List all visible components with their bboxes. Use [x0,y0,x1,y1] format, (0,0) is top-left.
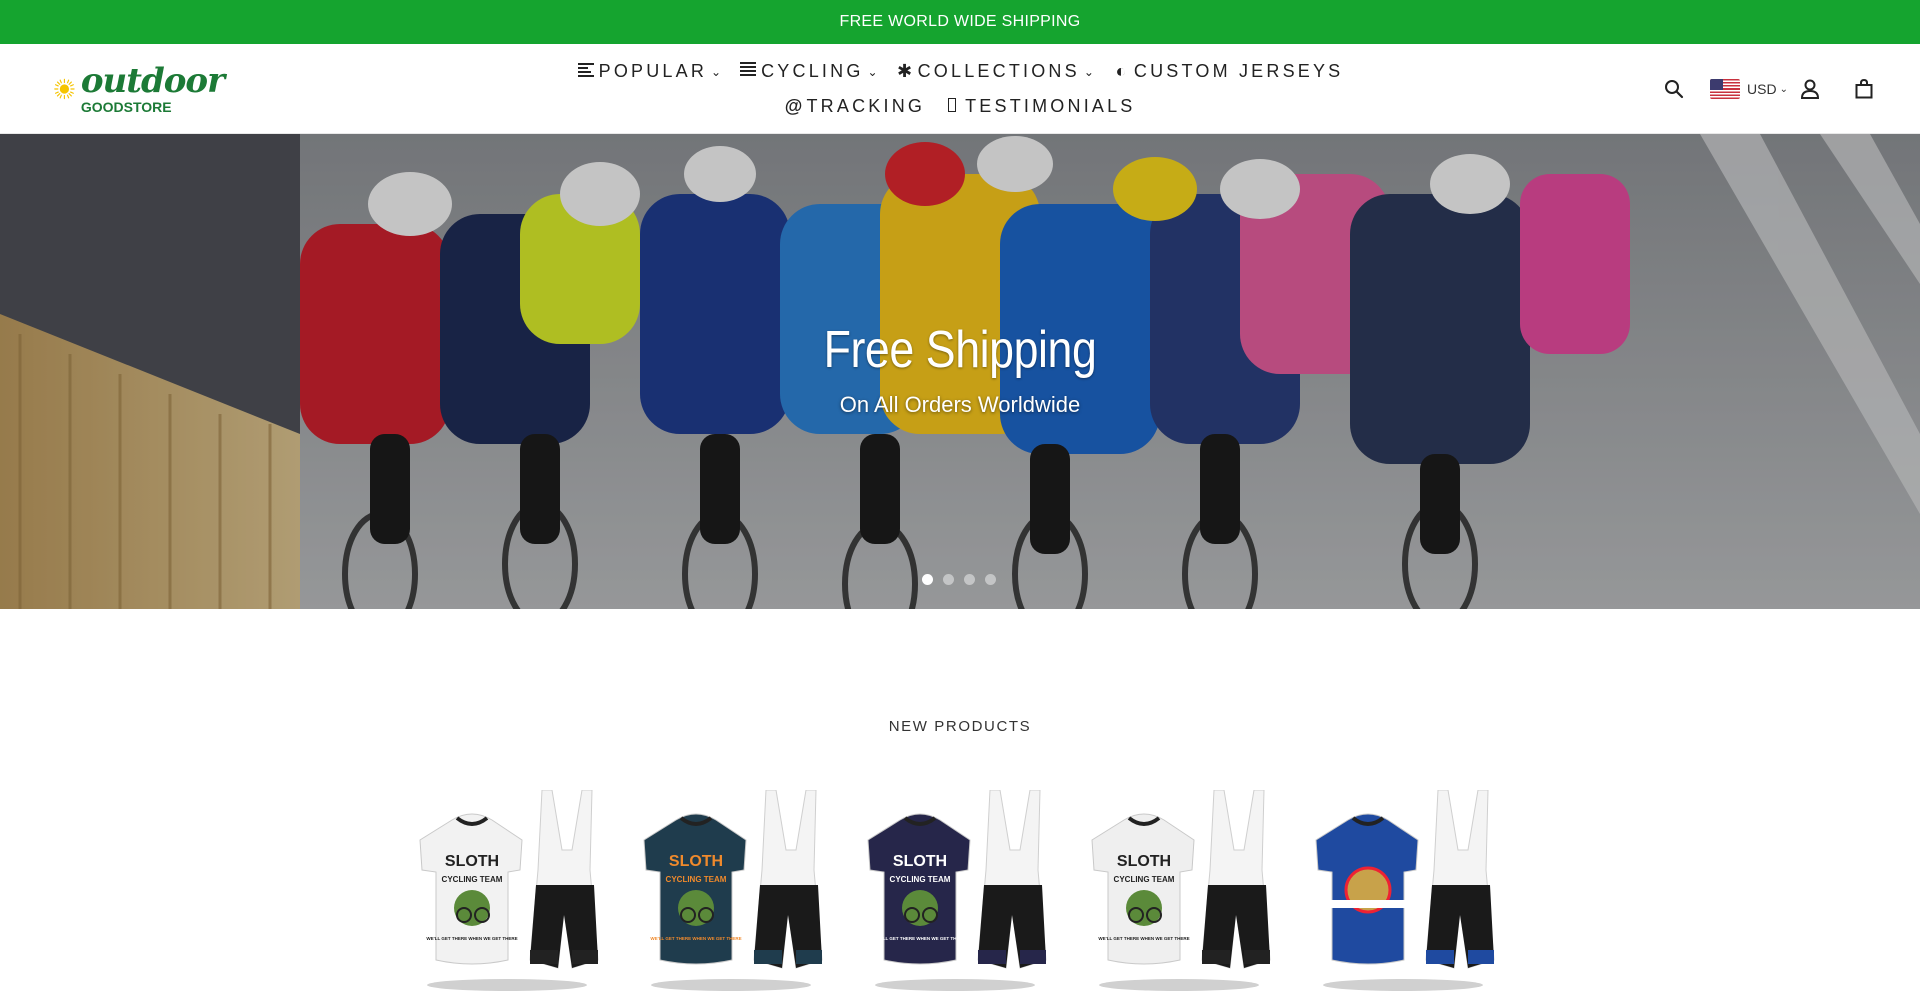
hero-subtitle: On All Orders Worldwide [839,392,1081,417]
sun-logo-icon [54,78,75,100]
asterisk-icon: ✱ [897,61,913,81]
slider-dot[interactable] [943,574,954,585]
half-circle-icon: ◐ [1115,61,1127,81]
product-image: SLOTH CYCLING TEAM WE'LL GET THERE WHEN WE… [867,790,1047,991]
nav-label-collections: COLLECTIONS [917,61,1080,81]
nav-label-cycling: CYCLING [761,61,864,81]
product-grid: SLOTH CYCLING TEAM WE'LL GET THERE WHEN WE… [412,790,1512,993]
product-card[interactable]: SLOTH CYCLING TEAM WE'LL GET THERE WHEN WE… [1084,790,1274,993]
product-print-title: SLOTH [669,853,723,870]
nav-item-custom-jerseys[interactable]: ◐ CUSTOM JERSEYS [1112,61,1344,82]
product-print-subtitle: CYCLING TEAM [442,875,503,884]
product-print-subtitle: CYCLING TEAM [890,875,951,884]
product-card[interactable]: SLOTH CYCLING TEAM WE'LL GET THERE WHEN WE… [636,790,826,993]
us-flag-icon [1710,79,1741,99]
nav-label-testimonials: TESTIMONIALS [965,96,1136,116]
nav-item-cycling[interactable]: CYCLING ⌄ [739,61,878,82]
missing-glyph-icon [943,96,961,117]
brand-name-bottom: GOODSTORE [80,99,172,115]
product-image: SLOTH CYCLING TEAM WE'LL GET THERE WHEN WE… [643,790,823,991]
currency-label: USD [1747,81,1777,97]
brand-name-top: outdoor [80,61,225,101]
product-print-title: SLOTH [1117,853,1171,870]
header-actions: USD ⌄ [1658,74,1880,104]
account-icon[interactable] [1794,73,1826,105]
nav-item-tracking[interactable]: @ TRACKING [784,96,925,117]
hero-title: Free Shipping [823,321,1097,379]
product-print-title: SLOTH [445,853,499,870]
product-print-subtitle: CYCLING TEAM [666,875,727,884]
slider-dots [922,574,996,585]
text-align-left-icon [577,61,595,82]
currency-selector[interactable]: USD ⌄ [1710,79,1788,99]
slider-dot[interactable] [922,574,933,585]
product-print-subtitle: CYCLING TEAM [1114,875,1175,884]
main-navigation: POPULAR ⌄ CYCLING ⌄ ✱ COLLECTIONS ⌄ ◐ CU… [540,54,1380,124]
search-icon[interactable] [1658,73,1690,105]
brand-logo[interactable]: outdoor GOODSTORE [54,59,225,119]
chevron-down-icon: ⌄ [1779,83,1788,95]
chevron-down-icon: ⌄ [867,64,878,79]
product-print-slogan: WE'LL GET THERE WHEN WE GET THERE [874,936,965,941]
cart-icon[interactable] [1848,73,1880,105]
announcement-bar: FREE WORLD WIDE SHIPPING [0,0,1920,44]
product-print-title: SLOTH [893,853,947,870]
nav-item-collections[interactable]: ✱ COLLECTIONS ⌄ [896,61,1094,82]
product-print-slogan: WE'LL GET THERE WHEN WE GET THERE [1098,936,1189,941]
nav-item-testimonials[interactable]: TESTIMONIALS [943,96,1135,117]
chevron-down-icon: ⌄ [711,64,722,79]
hero-banner[interactable]: Free Shipping On All Orders Worldwide [0,134,1920,609]
chevron-down-icon: ⌄ [1083,64,1094,79]
product-card[interactable] [1308,790,1498,993]
product-print-slogan: WE'LL GET THERE WHEN WE GET THERE [650,936,741,941]
nav-row-2: @ TRACKING TESTIMONIALS [540,89,1380,124]
at-sign-icon: @ [784,96,803,116]
nav-label-custom-jerseys: CUSTOM JERSEYS [1133,61,1344,81]
product-card[interactable]: SLOTH CYCLING TEAM WE'LL GET THERE WHEN WE… [412,790,602,993]
announcement-text: FREE WORLD WIDE SHIPPING [839,13,1081,30]
product-image [1315,790,1495,991]
nav-row-1: POPULAR ⌄ CYCLING ⌄ ✱ COLLECTIONS ⌄ ◐ CU… [540,54,1380,89]
list-icon [739,61,757,82]
nav-item-popular[interactable]: POPULAR ⌄ [577,61,722,82]
slider-dot[interactable] [985,574,996,585]
nav-label-tracking: TRACKING [806,96,926,116]
product-card[interactable]: SLOTH CYCLING TEAM WE'LL GET THERE WHEN WE… [860,790,1050,993]
product-image: SLOTH CYCLING TEAM WE'LL GET THERE WHEN WE… [419,790,599,991]
product-print-slogan: WE'LL GET THERE WHEN WE GET THERE [426,936,517,941]
site-header: outdoor GOODSTORE POPULAR ⌄ CYCLING ⌄ ✱ [0,44,1920,134]
section-heading-new-products: NEW PRODUCTS [888,718,1032,735]
slider-dot[interactable] [964,574,975,585]
nav-label-popular: POPULAR [598,61,708,81]
product-image: SLOTH CYCLING TEAM WE'LL GET THERE WHEN WE… [1091,790,1271,991]
